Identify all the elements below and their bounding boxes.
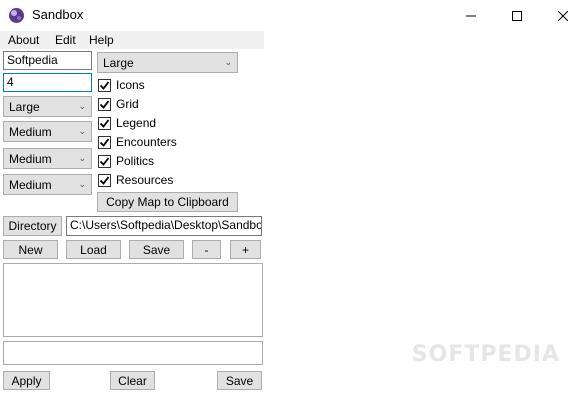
increase-button[interactable]: + [230,240,261,259]
checkbox-encounters[interactable]: Encounters [98,135,177,149]
size-select-1-value: Large [9,99,40,114]
chevron-down-icon: ⌄ [78,179,86,189]
size-select-4[interactable]: Medium ⌄ [3,174,92,195]
size-select-1[interactable]: Large ⌄ [3,96,92,117]
chevron-down-icon: ⌄ [78,101,86,111]
sandbox-app-icon [9,8,24,23]
checkbox-politics-label: Politics [116,154,155,168]
checkbox-checked-icon [98,173,111,187]
directory-button[interactable]: Directory [3,216,62,236]
map-size-select[interactable]: Large ⌄ [97,52,238,73]
checkbox-politics[interactable]: Politics [98,154,154,168]
output-textarea[interactable] [3,263,263,337]
checkbox-checked-icon [98,78,111,92]
size-select-4-value: Medium [9,177,52,192]
checkbox-icons[interactable]: Icons [98,78,145,92]
checkbox-icons-label: Icons [116,78,145,92]
checkbox-encounters-label: Encounters [116,135,177,149]
close-icon [558,10,568,21]
checkbox-grid[interactable]: Grid [98,97,139,111]
softpedia-watermark: SOFTPEDIA [411,342,560,367]
minimize-icon [466,15,476,16]
maximize-icon [512,10,522,21]
number-input[interactable]: 4 [3,73,92,92]
minimize-button[interactable] [448,0,494,31]
clear-button[interactable]: Clear [110,371,155,390]
directory-path-field[interactable]: C:\Users\Softpedia\Desktop\Sandbo [66,216,262,236]
save-button[interactable]: Save [217,371,262,390]
menu-edit[interactable]: Edit [55,33,76,47]
command-input[interactable] [3,341,263,365]
apply-button[interactable]: Apply [3,371,50,390]
checkbox-grid-label: Grid [116,97,139,111]
checkbox-checked-icon [98,116,111,130]
new-button[interactable]: New [3,240,58,259]
checkbox-resources[interactable]: Resources [98,173,173,187]
chevron-down-icon: ⌄ [224,57,232,67]
size-select-3[interactable]: Medium ⌄ [3,148,92,169]
save-file-button[interactable]: Save [129,240,184,259]
checkbox-checked-icon [98,154,111,168]
close-button[interactable] [540,0,586,31]
window-title: Sandbox [32,7,84,22]
load-button[interactable]: Load [66,240,121,259]
size-select-3-value: Medium [9,151,52,166]
checkbox-checked-icon [98,97,111,111]
size-select-2[interactable]: Medium ⌄ [3,121,92,142]
decrease-button[interactable]: - [192,240,221,259]
copy-map-button[interactable]: Copy Map to Clipboard [97,192,238,212]
menu-about[interactable]: About [8,33,39,47]
chevron-down-icon: ⌄ [78,153,86,163]
checkbox-resources-label: Resources [116,173,174,187]
map-size-value: Large [103,55,134,70]
checkbox-legend[interactable]: Legend [98,116,156,130]
menu-help[interactable]: Help [89,33,114,47]
size-select-2-value: Medium [9,124,52,139]
menu-bar [0,31,264,49]
maximize-button[interactable] [494,0,540,31]
name-input[interactable]: Softpedia [3,51,92,70]
chevron-down-icon: ⌄ [78,126,86,136]
checkbox-legend-label: Legend [116,116,157,130]
checkbox-checked-icon [98,135,111,149]
